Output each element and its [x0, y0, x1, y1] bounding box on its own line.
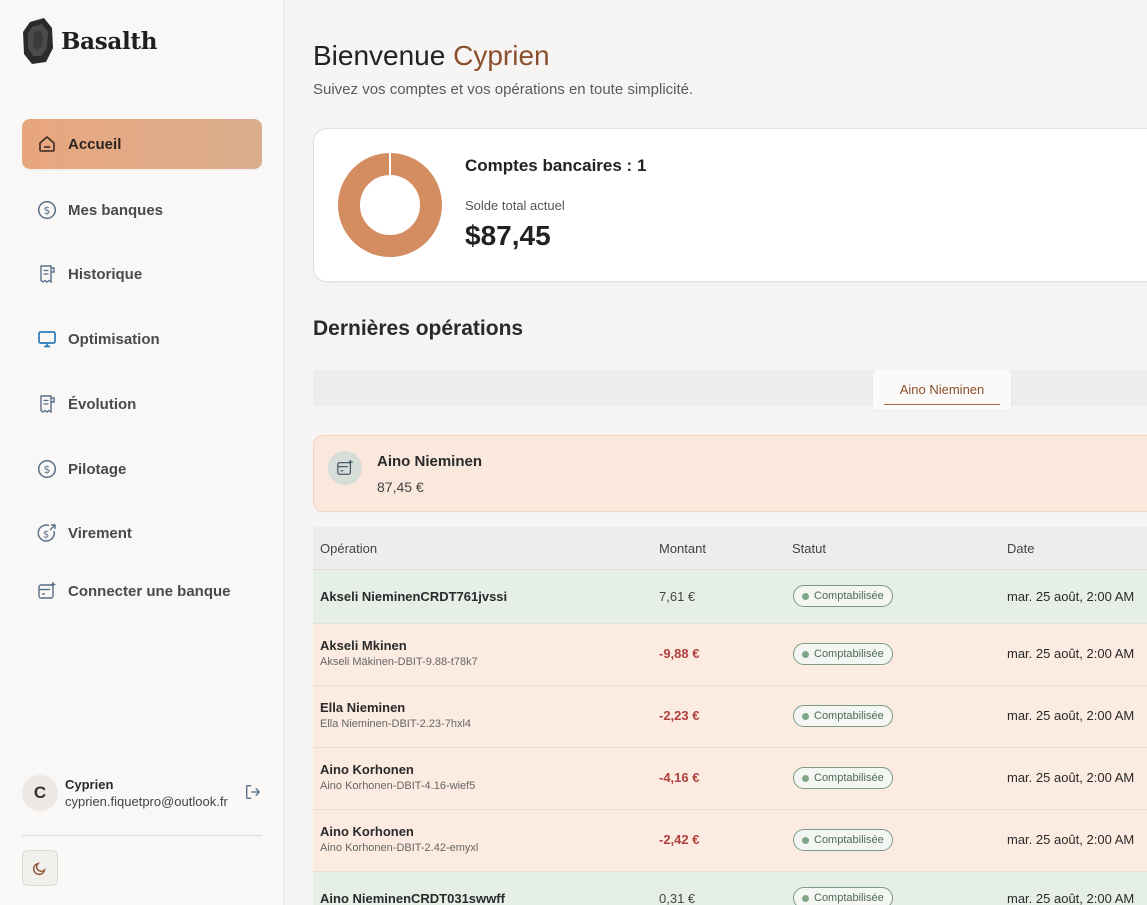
accounts-donut-chart — [338, 153, 442, 257]
greeting-user: Cyprien — [453, 40, 550, 71]
theme-toggle-button[interactable] — [22, 850, 58, 886]
greeting: Bienvenue — [313, 40, 446, 71]
operation-name: Ella Nieminen — [320, 700, 406, 715]
sidebar-item-mes-banques[interactable]: $ Mes banques — [22, 185, 262, 235]
operation-date: mar. 25 août, 2:00 AM — [1007, 646, 1135, 661]
page-title: Bienvenue Cyprien — [313, 40, 550, 72]
operation-date: mar. 25 août, 2:00 AM — [1007, 589, 1135, 604]
operation-amount: 0,31 € — [659, 891, 696, 905]
column-header-statut: Statut — [792, 540, 826, 556]
dollar-transfer-icon: $ — [36, 522, 58, 544]
tab-aino-nieminen[interactable]: Aino Nieminen — [873, 370, 1011, 410]
svg-text:$: $ — [44, 204, 51, 217]
page-subtitle: Suivez vos comptes et vos opérations en … — [313, 81, 694, 98]
operation-date: mar. 25 août, 2:00 AM — [1007, 708, 1135, 723]
operation-reference: Aino Korhonen-DBIT-4.16-wief5 — [320, 780, 476, 792]
operation-amount: 7,61 € — [659, 589, 696, 604]
column-header-operation: Opération — [320, 540, 378, 556]
dollar-circle-icon: $ — [36, 458, 58, 480]
sidebar-item-virement[interactable]: $ Virement — [22, 508, 262, 558]
user-name: Cyprien — [65, 777, 114, 792]
table-row[interactable]: Akseli Mkinen Akseli Mäkinen-DBIT-9.88-t7… — [313, 624, 1147, 686]
basalt-rock-logo-icon — [23, 18, 53, 64]
sidebar-item-label: Historique — [68, 265, 143, 283]
svg-text:$: $ — [44, 463, 51, 476]
avatar: C — [22, 775, 58, 811]
main-content: Bienvenue Cyprien Suivez vos comptes et … — [284, 0, 1147, 905]
bank-account-name: Aino Nieminen — [377, 453, 483, 470]
operation-name: Aino Korhonen — [320, 762, 414, 777]
operation-name: Aino Korhonen — [320, 824, 414, 839]
sidebar-item-historique[interactable]: Historique — [22, 249, 262, 299]
sidebar: Basalth Accueil $ Mes banques Historique… — [0, 0, 284, 905]
table-row[interactable]: Ella Nieminen Ella Nieminen-DBIT-2.23-7hx… — [313, 686, 1147, 748]
operation-date: mar. 25 août, 2:00 AM — [1007, 832, 1135, 847]
sidebar-item-label: Pilotage — [68, 460, 127, 478]
bank-tabs: Aino Nieminen — [313, 370, 1147, 410]
status-badge: Comptabilisée — [793, 643, 893, 665]
user-profile: C Cyprien cyprien.fiquetpro@outlook.fr — [22, 774, 266, 812]
sidebar-item-evolution[interactable]: Évolution — [22, 379, 262, 429]
status-badge: Comptabilisée — [793, 887, 893, 905]
sidebar-item-label: Évolution — [68, 395, 137, 413]
column-header-date: Date — [1007, 540, 1035, 556]
sidebar-item-label: Mes banques — [68, 201, 164, 219]
operation-date: mar. 25 août, 2:00 AM — [1007, 770, 1135, 785]
svg-text:$: $ — [43, 530, 49, 541]
table-row[interactable]: Aino Korhonen Aino Korhonen-DBIT-4.16-wie… — [313, 748, 1147, 810]
table-row[interactable]: Akseli NieminenCRDT761jvssi 7,61 € Compt… — [313, 570, 1147, 624]
operation-reference: Aino Korhonen-DBIT-2.42-emyxl — [320, 842, 479, 854]
bank-account-card[interactable]: Aino Nieminen 87,45 € — [313, 435, 1147, 512]
home-icon — [36, 133, 58, 155]
bank-account-amount: 87,45 € — [377, 479, 424, 495]
sidebar-item-label: Accueil — [68, 135, 122, 153]
operation-reference: Akseli Mäkinen-DBIT-9.88-t78k7 — [320, 656, 478, 668]
receipt-icon — [36, 393, 58, 415]
sidebar-item-connecter-banque[interactable]: Connecter une banque — [22, 566, 262, 616]
dollar-circle-icon: $ — [36, 199, 58, 221]
sidebar-item-pilotage[interactable]: $ Pilotage — [22, 444, 262, 494]
column-header-montant: Montant — [659, 540, 706, 556]
operation-reference: Ella Nieminen-DBIT-2.23-7hxl4 — [320, 718, 472, 730]
receipt-icon — [36, 263, 58, 285]
accounts-count: Comptes bancaires : 1 — [465, 156, 647, 175]
sidebar-item-label: Virement — [68, 524, 132, 542]
tab-label: Aino Nieminen — [899, 381, 985, 397]
user-email: cyprien.fiquetpro@outlook.fr — [65, 794, 228, 809]
operation-name: Akseli Mkinen — [320, 638, 407, 653]
logout-icon[interactable] — [244, 783, 262, 801]
app-logo[interactable]: Basalth — [22, 18, 157, 64]
operation-amount: -9,88 € — [659, 646, 700, 661]
bank-add-icon — [328, 451, 362, 485]
operation-name: Akseli NieminenCRDT761jvssi — [320, 589, 508, 604]
sidebar-item-label: Connecter une banque — [68, 582, 231, 600]
status-badge: Comptabilisée — [793, 829, 893, 851]
sidebar-divider — [22, 835, 262, 836]
monitor-icon — [36, 328, 58, 350]
status-badge: Comptabilisée — [793, 585, 893, 607]
status-badge: Comptabilisée — [793, 705, 893, 727]
total-balance-value: $87,45 — [465, 220, 551, 251]
status-badge: Comptabilisée — [793, 767, 893, 789]
recent-operations-title: Dernières opérations — [313, 317, 524, 340]
sidebar-item-label: Optimisation — [68, 330, 160, 348]
moon-icon — [32, 862, 46, 876]
app-name: Basalth — [61, 27, 158, 55]
operation-amount: -2,42 € — [659, 832, 700, 847]
operation-date: mar. 25 août, 2:00 AM — [1007, 891, 1135, 905]
operation-amount: -2,23 € — [659, 708, 700, 723]
table-row[interactable]: Aino Korhonen Aino Korhonen-DBIT-2.42-emy… — [313, 810, 1147, 872]
table-row[interactable]: Aino NieminenCRDT031swwff 0,31 € Comptab… — [313, 872, 1147, 905]
balance-card: Comptes bancaires : 1 Solde total actuel… — [313, 128, 1147, 282]
operations-table: Opération Montant Statut Date Akseli Nie… — [313, 527, 1147, 905]
sidebar-item-optimisation[interactable]: Optimisation — [22, 314, 262, 364]
sidebar-item-accueil[interactable]: Accueil — [22, 119, 262, 169]
total-balance-label: Solde total actuel — [465, 198, 565, 213]
table-header: Opération Montant Statut Date — [313, 527, 1147, 570]
operation-amount: -4,16 € — [659, 770, 700, 785]
tab-active-indicator — [884, 404, 1000, 405]
operation-name: Aino NieminenCRDT031swwff — [320, 891, 505, 905]
bank-add-icon — [36, 580, 58, 602]
